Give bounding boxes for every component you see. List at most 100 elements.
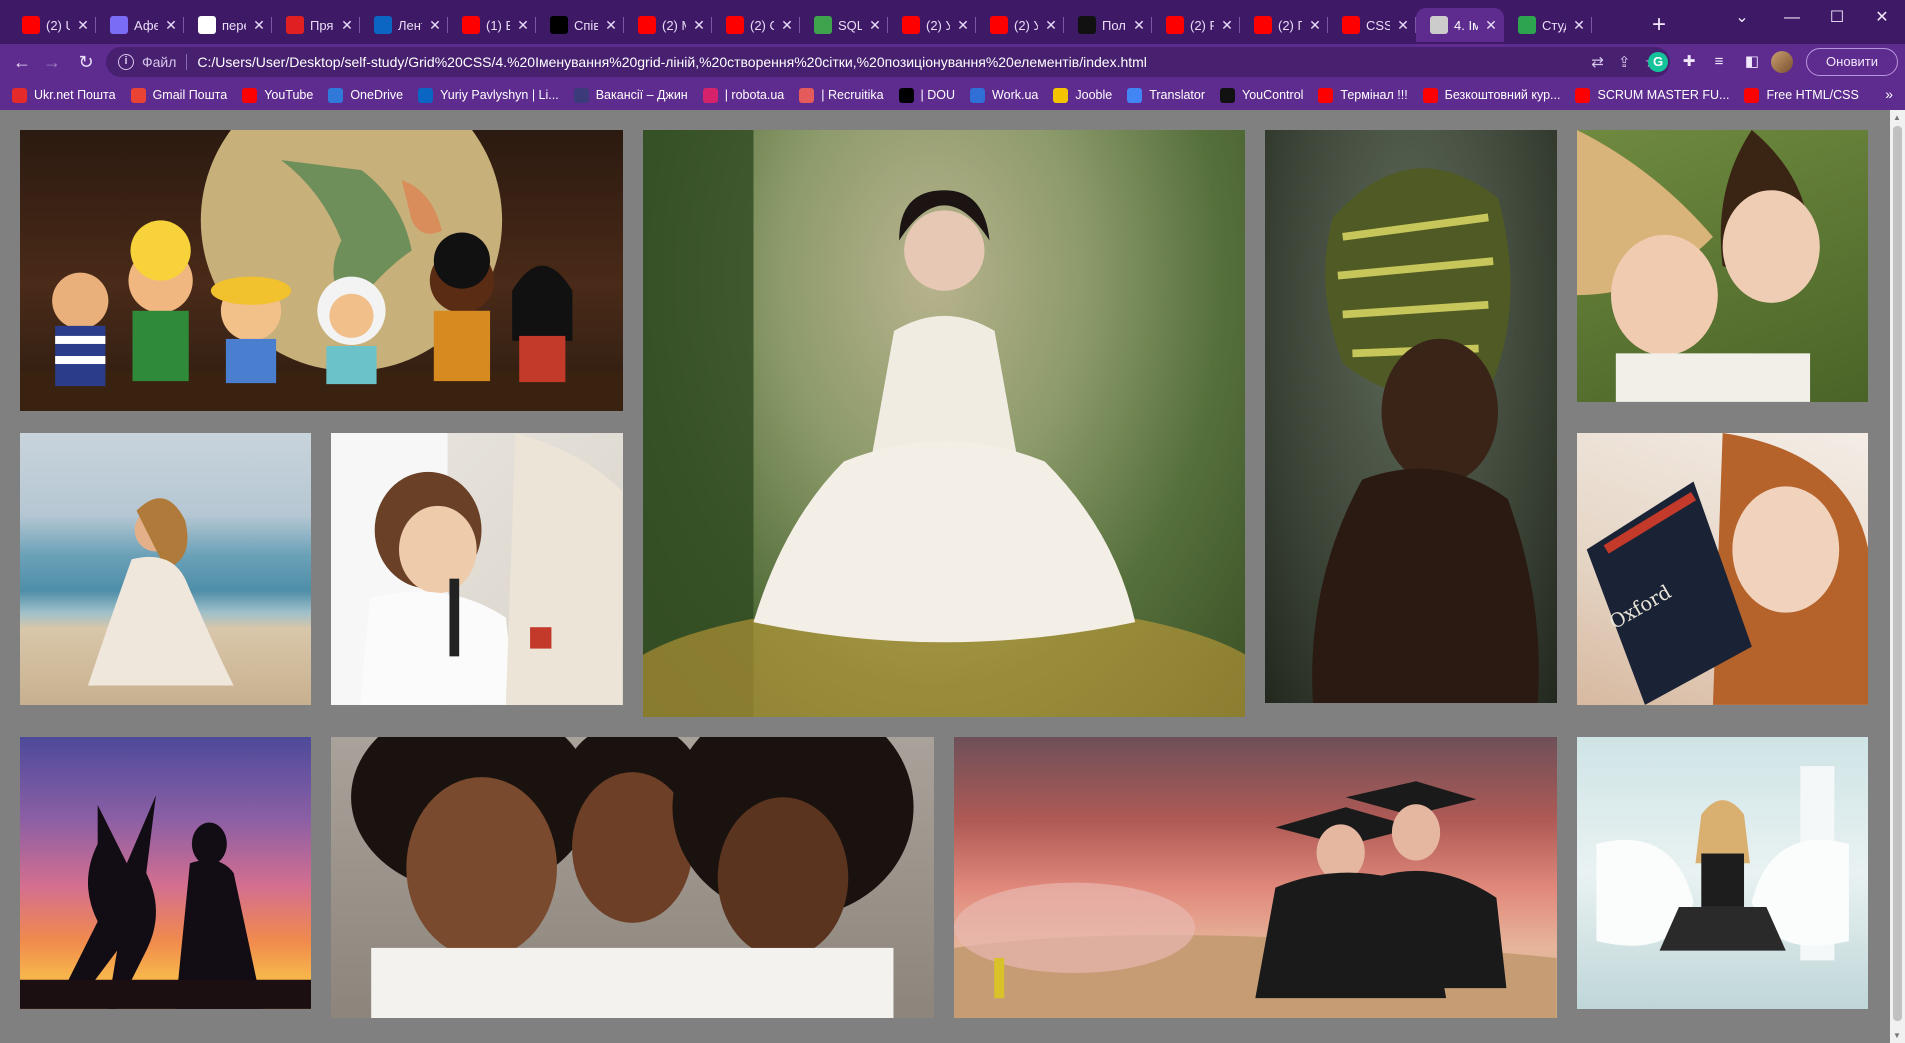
grammarly-icon[interactable]: G	[1648, 52, 1668, 72]
translate-icon[interactable]: ⇄	[1591, 53, 1604, 71]
close-window-button[interactable]: ✕	[1860, 4, 1904, 32]
close-tab-icon[interactable]: ✕	[692, 17, 706, 34]
share-icon[interactable]: ⇪	[1618, 53, 1631, 71]
close-tab-icon[interactable]: ✕	[1044, 17, 1058, 34]
close-tab-icon[interactable]: ✕	[1396, 17, 1410, 34]
vertical-scrollbar[interactable]: ▲ ▼	[1890, 110, 1905, 1043]
workua-icon	[970, 87, 986, 103]
photo-woman-beach	[20, 433, 312, 716]
close-tab-icon[interactable]: ✕	[340, 17, 354, 34]
back-button[interactable]: ←	[8, 48, 36, 76]
bookmark-item[interactable]: OneDrive	[328, 87, 403, 103]
tab-10[interactable]: SQL ✕	[800, 8, 888, 42]
bookmark-label: YouTube	[264, 88, 314, 102]
bookmark-item[interactable]: | robota.ua	[702, 87, 784, 103]
new-tab-button[interactable]: +	[1645, 12, 1673, 40]
bookmark-item[interactable]: Yuriy Pavlyshyn | Li...	[418, 87, 559, 103]
tab-5[interactable]: Лент ✕	[360, 8, 448, 42]
tab-2[interactable]: Афер ✕	[96, 8, 184, 42]
tab-9[interactable]: (2) C ✕	[712, 8, 800, 42]
tab-17[interactable]: 4. Ім ✕	[1416, 8, 1504, 42]
tab-title: (2) C	[750, 17, 774, 33]
close-tab-icon[interactable]: ✕	[1132, 17, 1146, 34]
bookmark-item[interactable]: Gmail Пошта	[130, 87, 227, 103]
youtube-icon	[990, 16, 1008, 34]
tab-12[interactable]: (2) Уі ✕	[976, 8, 1064, 42]
close-tab-icon[interactable]: ✕	[1220, 17, 1234, 34]
jooble-icon	[1053, 87, 1069, 103]
tab-title: (2) M	[662, 17, 686, 33]
bookmark-item[interactable]: Термінал !!!	[1318, 87, 1408, 103]
close-tab-icon[interactable]: ✕	[1308, 17, 1322, 34]
forward-button[interactable]: →	[38, 48, 66, 76]
photo-girl-reading-dictionary: Oxford	[1576, 433, 1868, 716]
tab-18[interactable]: Студ ✕	[1504, 8, 1592, 42]
tab-1[interactable]: (2) Ukr ✕	[8, 8, 96, 42]
youtube-icon	[1166, 16, 1184, 34]
youtube-icon	[1342, 16, 1360, 34]
youtube-icon	[1575, 87, 1591, 103]
tab-3[interactable]: пере ✕	[184, 8, 272, 42]
bookmark-item[interactable]: YouTube	[242, 87, 314, 103]
close-tab-icon[interactable]: ✕	[428, 17, 442, 34]
bookmarks-overflow-icon[interactable]: »	[1885, 86, 1893, 102]
google-icon	[198, 16, 216, 34]
tab-4[interactable]: Пряма ✕	[272, 8, 360, 42]
tab-title: (2) Fr	[1190, 17, 1214, 33]
toolbar: ← → ↻ i Файл C:/Users/User/Desktop/self-…	[0, 44, 1905, 80]
scrollbar-thumb[interactable]	[1893, 126, 1902, 1021]
info-icon[interactable]: i	[118, 54, 134, 70]
avatar[interactable]	[1771, 51, 1793, 73]
bookmark-item[interactable]: | DOU	[898, 87, 955, 103]
photo-toys-globe	[20, 130, 623, 413]
tab-8[interactable]: (2) M ✕	[624, 8, 712, 42]
tab-15[interactable]: (2) П ✕	[1240, 8, 1328, 42]
youcontrol-icon	[1220, 87, 1236, 103]
photo-two-girls-lying	[1576, 130, 1868, 413]
bookmark-item[interactable]: Work.ua	[970, 87, 1039, 103]
bookmark-label: SCRUM MASTER FU...	[1597, 88, 1730, 102]
maximize-button[interactable]: ☐	[1815, 4, 1859, 32]
close-tab-icon[interactable]: ✕	[868, 17, 882, 34]
close-tab-icon[interactable]: ✕	[1572, 17, 1586, 34]
update-button[interactable]: Оновити	[1806, 48, 1898, 76]
tab-16[interactable]: CSS ✕	[1328, 8, 1416, 42]
youtube-icon	[638, 16, 656, 34]
tab-14[interactable]: (2) Fr ✕	[1152, 8, 1240, 42]
close-tab-icon[interactable]: ✕	[516, 17, 530, 34]
tab-search-icon[interactable]: ⌄	[1720, 4, 1764, 32]
extensions-icon[interactable]: ✚	[1677, 50, 1701, 74]
reading-list-icon[interactable]: ≡	[1707, 50, 1731, 74]
close-tab-icon[interactable]: ✕	[780, 17, 794, 34]
minimize-button[interactable]: —	[1770, 4, 1814, 32]
bookmark-item[interactable]: | Recruitika	[799, 87, 884, 103]
bookmark-item[interactable]: Вакансії – Джин	[573, 87, 688, 103]
reload-button[interactable]: ↻	[72, 48, 100, 76]
bookmark-item[interactable]: Безкоштовний кур...	[1422, 87, 1560, 103]
bookmark-item[interactable]: Translator	[1127, 87, 1205, 103]
close-tab-icon[interactable]: ✕	[252, 17, 266, 34]
close-tab-icon[interactable]: ✕	[1484, 17, 1498, 34]
url-text[interactable]: C:/Users/User/Desktop/self-study/Grid%20…	[197, 54, 1147, 70]
tab-7[interactable]: Спів ✕	[536, 8, 624, 42]
tab-11[interactable]: (2) У ✕	[888, 8, 976, 42]
tab-13[interactable]: Поли ✕	[1064, 8, 1152, 42]
address-bar[interactable]: i Файл C:/Users/User/Desktop/self-study/…	[106, 47, 1670, 77]
bookmark-item[interactable]: SCRUM MASTER FU...	[1575, 87, 1730, 103]
close-tab-icon[interactable]: ✕	[164, 17, 178, 34]
bookmark-label: Yuriy Pavlyshyn | Li...	[440, 88, 559, 102]
close-tab-icon[interactable]: ✕	[76, 17, 90, 34]
scroll-up-icon[interactable]: ▲	[1893, 113, 1902, 122]
bookmark-item[interactable]: YouControl	[1220, 87, 1303, 103]
bookmark-item[interactable]: Ukr.net Пошта	[12, 87, 116, 103]
close-tab-icon[interactable]: ✕	[956, 17, 970, 34]
close-tab-icon[interactable]: ✕	[604, 17, 618, 34]
tab-title: Поли	[1102, 17, 1126, 33]
side-panel-icon[interactable]: ◧	[1740, 50, 1764, 74]
scroll-down-icon[interactable]: ▼	[1893, 1031, 1902, 1040]
tab-6[interactable]: (1) В ✕	[448, 8, 536, 42]
bookmark-label: Work.ua	[992, 88, 1039, 102]
tab-title: (2) Ukr	[46, 17, 70, 33]
bookmark-item[interactable]: Free HTML/CSS	[1744, 87, 1859, 103]
bookmark-item[interactable]: Jooble	[1053, 87, 1112, 103]
